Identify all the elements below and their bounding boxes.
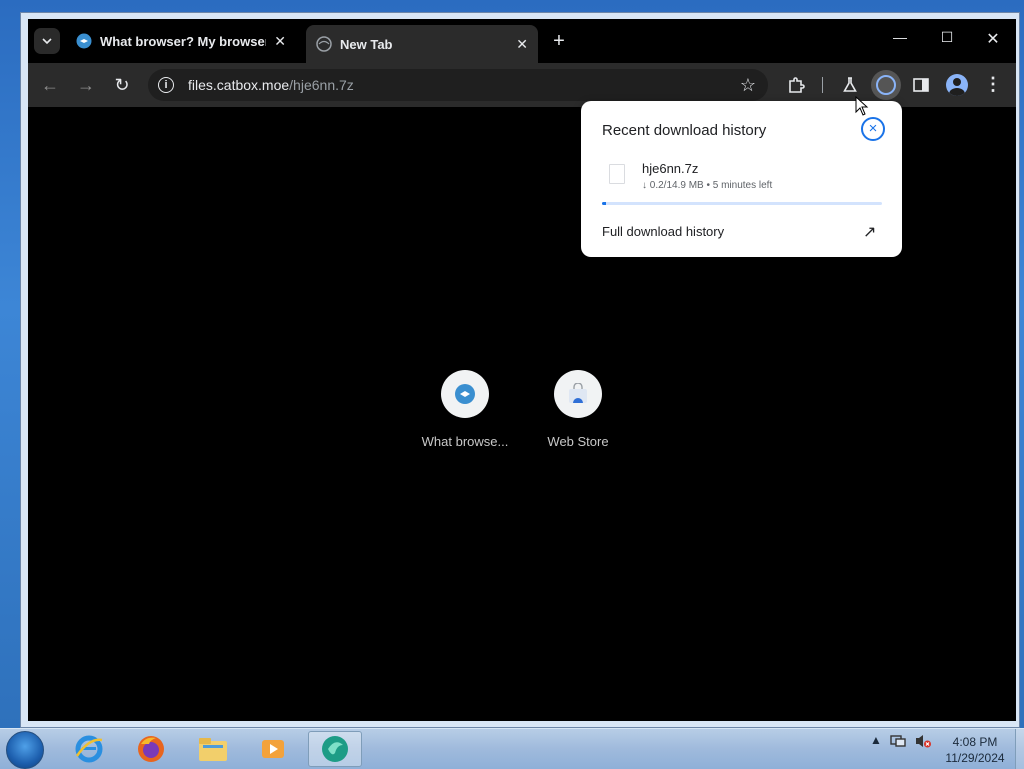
maximize-button[interactable]: ☐	[932, 29, 962, 46]
shortcut-tile	[441, 370, 489, 418]
menu-kebab-icon[interactable]: ⋮	[983, 74, 1003, 95]
tab-search-button[interactable]	[34, 28, 60, 54]
file-explorer-icon[interactable]	[186, 731, 240, 767]
tab-what-browser[interactable]: What browser? My browser? Is ✕	[66, 25, 296, 57]
download-progress-bar	[602, 202, 882, 205]
toolbar-separator	[822, 77, 823, 93]
clock-time: 4:08 PM	[952, 735, 998, 749]
address-bar[interactable]: i files.catbox.moe/hje6nn.7z ☆	[148, 69, 768, 101]
globe-favicon-icon	[316, 36, 332, 52]
forward-button[interactable]: →	[75, 74, 97, 96]
firefox-icon[interactable]	[124, 731, 178, 767]
chevron-down-icon	[42, 38, 52, 45]
system-clock[interactable]: 4:08 PM 11/29/2024	[940, 734, 1010, 766]
download-filename[interactable]: hje6nn.7z	[642, 161, 698, 176]
network-icon[interactable]	[890, 733, 906, 752]
url-text[interactable]: files.catbox.moe/hje6nn.7z	[188, 77, 354, 93]
new-tab-button[interactable]: +	[548, 30, 570, 52]
tab-strip: What browser? My browser? Is ✕ New Tab ✕…	[28, 19, 1016, 63]
url-path: /hje6nn.7z	[289, 77, 354, 93]
tab-title: What browser? My browser? Is	[100, 33, 266, 49]
start-button[interactable]	[6, 731, 44, 769]
url-host: files.catbox.moe	[188, 77, 290, 93]
shortcut-tile	[554, 370, 602, 418]
shortcut-label: What browse...	[421, 434, 509, 449]
show-desktop-button[interactable]	[1015, 729, 1024, 769]
tab-title: New Tab	[340, 36, 393, 52]
side-panel-icon[interactable]	[910, 74, 932, 96]
back-button[interactable]: ←	[39, 74, 61, 96]
tray-arrow-icon[interactable]: ▲	[870, 733, 882, 747]
tab-close-button[interactable]: ✕	[516, 36, 528, 53]
tab-close-button[interactable]: ✕	[274, 33, 286, 50]
taskbar: ▲ 4:08 PM 11/29/2024	[0, 728, 1024, 769]
open-external-icon[interactable]: ↗	[863, 222, 876, 242]
site-info-icon[interactable]: i	[158, 77, 174, 93]
shortcut-what-browser[interactable]: What browse...	[410, 370, 520, 449]
minimize-button[interactable]: —	[885, 29, 915, 45]
file-icon	[609, 164, 625, 184]
globe-favicon-icon	[76, 33, 92, 49]
internet-explorer-icon[interactable]	[62, 731, 116, 767]
full-download-history-link[interactable]: Full download history	[602, 224, 724, 239]
reload-button[interactable]: ↻	[111, 74, 133, 96]
download-progress-ring-icon	[876, 75, 896, 95]
globe-icon	[455, 384, 475, 404]
clock-date: 11/29/2024	[945, 751, 1005, 765]
browser-taskbar-icon[interactable]	[308, 731, 362, 767]
shortcut-web-store[interactable]: Web Store	[523, 370, 633, 449]
extensions-icon[interactable]	[785, 74, 807, 96]
download-bubble: Recent download history × hje6nn.7z ↓ 0.…	[581, 101, 902, 257]
download-button[interactable]	[871, 70, 901, 100]
download-progress-fill	[602, 202, 606, 205]
volume-muted-icon[interactable]	[914, 733, 932, 752]
download-status: ↓ 0.2/14.9 MB • 5 minutes left	[642, 180, 773, 191]
download-bubble-title: Recent download history	[602, 122, 767, 139]
media-player-icon[interactable]	[246, 731, 300, 767]
profile-avatar-icon[interactable]	[946, 74, 968, 96]
close-window-button[interactable]: ✕	[978, 29, 1008, 49]
bookmark-star-icon[interactable]: ☆	[740, 75, 756, 96]
web-store-icon	[569, 383, 587, 403]
close-icon[interactable]: ×	[861, 117, 885, 141]
labs-flask-icon[interactable]	[839, 74, 861, 96]
shortcut-label: Web Store	[547, 434, 609, 449]
mouse-cursor-icon	[855, 96, 869, 116]
tab-new-tab[interactable]: New Tab ✕	[306, 25, 538, 63]
